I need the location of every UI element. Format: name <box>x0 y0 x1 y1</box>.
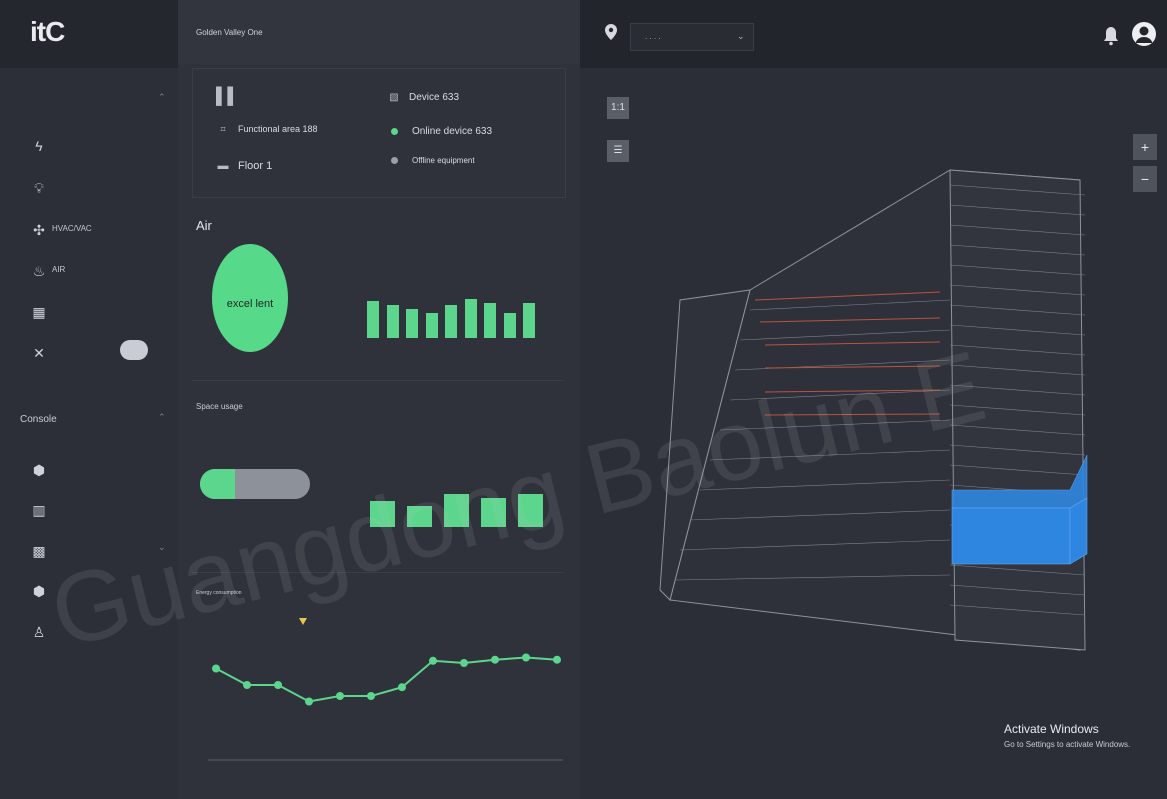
chevron-down-icon[interactable]: ⌄ <box>158 542 166 553</box>
activation-title: Activate Windows <box>1004 722 1099 736</box>
energy-point <box>305 697 313 706</box>
air-section-title: Air <box>196 218 212 233</box>
app-logo[interactable]: itC <box>0 0 178 68</box>
area-icon: ⌗ <box>220 124 226 134</box>
floor-stat: ▬ Floor 1 <box>217 160 273 172</box>
space-bar <box>407 505 432 527</box>
energy-point <box>460 659 468 667</box>
bell-icon[interactable] <box>1103 26 1119 46</box>
person-icon: ♙ <box>32 624 46 640</box>
space-usage-title: Space usage <box>196 402 243 411</box>
tools-icon: ✕ <box>33 345 45 361</box>
air-bar <box>523 303 535 338</box>
floor-icon: ▬ <box>217 160 229 172</box>
functional-area-stat: ⌗ Functional area 188 <box>216 124 317 135</box>
air-icon: ♨ <box>32 263 46 279</box>
air-bar <box>484 303 496 338</box>
location-select[interactable]: . . . . ⌄ <box>630 23 754 51</box>
chevron-down-icon: ⌄ <box>737 31 745 41</box>
air-bar <box>367 300 379 338</box>
air-bar <box>445 305 457 338</box>
buildings-icon: ▥ <box>32 502 46 518</box>
energy-line <box>215 656 558 703</box>
energy-title: Energy consumption <box>196 590 242 596</box>
air-bar <box>425 312 438 338</box>
fan-icon: ✣ <box>33 222 45 238</box>
chevron-up-icon[interactable]: ⌃ <box>158 92 166 103</box>
online-dot <box>391 127 398 135</box>
shield-icon: ⬢ <box>32 583 46 599</box>
divider <box>192 572 564 573</box>
building-3d-view[interactable] <box>580 0 1167 799</box>
sidebar-item-hvac[interactable]: ✣ HVAC/VAC <box>30 218 160 242</box>
online-device-stat: Online device 633 <box>391 126 492 137</box>
bulb-icon: 💡︎ <box>34 180 44 196</box>
lightning-icon: ϟ <box>35 138 43 154</box>
building-title: Golden Valley One <box>196 28 263 37</box>
list-view-button[interactable]: ☰ <box>607 140 629 162</box>
sidebar-item-console-4[interactable]: ⬢ <box>30 579 160 603</box>
energy-point <box>522 653 530 662</box>
air-bar <box>406 309 418 338</box>
air-bar <box>464 299 477 338</box>
sidebar-item-console-3[interactable]: ▩ <box>30 539 160 563</box>
energy-point <box>491 655 499 664</box>
sidebar-item-label: AIR <box>52 265 66 274</box>
chevron-up-icon[interactable]: ⌃ <box>158 412 166 423</box>
space-bar <box>518 494 543 527</box>
progress-fill <box>200 469 236 499</box>
zoom-in-button[interactable]: + <box>1133 134 1157 160</box>
sidebar-item-console-5[interactable]: ♙ <box>30 620 160 644</box>
space-bar <box>481 497 506 527</box>
air-bar <box>386 305 399 338</box>
grid-icon: ▩ <box>32 543 46 559</box>
space-usage-progress <box>200 469 310 499</box>
energy-point <box>243 681 251 689</box>
energy-point <box>212 664 220 673</box>
panel-header: Golden Valley One <box>178 0 580 64</box>
sidebar-item-air[interactable]: ♨ AIR <box>30 259 160 283</box>
sidebar-section-console: Console <box>20 414 57 425</box>
building-icon: ▦ <box>32 304 46 320</box>
energy-point <box>336 692 344 700</box>
divider <box>192 380 564 381</box>
energy-point <box>429 656 437 665</box>
energy-point <box>553 655 561 664</box>
energy-line-chart <box>208 653 563 761</box>
user-avatar-icon[interactable] <box>1132 22 1156 46</box>
activation-subtitle: Go to Settings to activate Windows. <box>1004 740 1131 749</box>
space-bar <box>444 494 469 527</box>
view-2d-button[interactable]: 1:1 <box>607 97 629 119</box>
zoom-out-button[interactable]: − <box>1133 166 1157 192</box>
energy-point <box>398 683 406 692</box>
windows-activation-notice: Activate Windows Go to Settings to activ… <box>1004 722 1130 749</box>
cube-icon: ⬢ <box>32 462 46 478</box>
air-quality-label: excel lent <box>226 298 274 310</box>
building-3d-model[interactable] <box>580 0 1167 799</box>
device-icon: ▧ <box>389 92 399 103</box>
sidebar: itC ⌃ ϟ 💡︎ ✣ HVAC/VAC ♨ AIR ▦ ✕ Console … <box>0 0 178 799</box>
sidebar-item-label: HVAC/VAC <box>52 224 92 233</box>
building-icon: ▌▌ <box>216 88 239 105</box>
energy-point <box>367 692 375 700</box>
sidebar-item-console-2[interactable]: ▥ <box>30 498 160 522</box>
offline-device-stat: Offline equipment <box>391 156 475 165</box>
energy-point <box>274 681 282 689</box>
sidebar-item-lighting[interactable]: 💡︎ <box>30 176 160 200</box>
sidebar-item-power[interactable]: ϟ <box>30 134 160 158</box>
location-pin-icon <box>605 24 617 40</box>
stats-panel: Golden Valley One ▌▌ ⌗ Functional area 18… <box>178 0 580 799</box>
air-quality-indicator: excel lent <box>212 244 288 352</box>
toggle-switch[interactable] <box>120 340 148 360</box>
air-bar <box>503 312 516 338</box>
location-value: . . . . <box>645 32 661 41</box>
device-stat: ▧ Device 633 <box>387 92 459 103</box>
offline-dot <box>391 157 398 165</box>
sidebar-item-building[interactable]: ▦ <box>30 300 160 324</box>
space-bar <box>370 501 395 527</box>
sidebar-item-console-1[interactable]: ⬢ <box>30 458 160 482</box>
